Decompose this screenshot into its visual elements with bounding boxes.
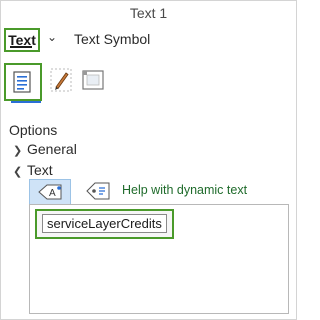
icon-tab-selected-underline — [11, 101, 41, 103]
insert-text-button[interactable]: A — [29, 179, 71, 205]
tree-item-general[interactable]: ❯ General — [13, 141, 77, 157]
svg-text:A: A — [49, 188, 56, 199]
tab-text[interactable]: Text — [4, 28, 40, 52]
text-properties-pane: Text 1 Text ⌄ Text Symbol Options ❯ Gene… — [0, 0, 297, 320]
frame-icon[interactable] — [78, 65, 108, 95]
chevron-down-icon[interactable]: ❮ — [13, 165, 27, 178]
tree-item-label: Text — [27, 162, 53, 178]
tab-text-symbol[interactable]: Text Symbol — [74, 31, 150, 47]
tree-item-text[interactable]: ❮ Text — [13, 162, 53, 178]
dynamic-text-button[interactable] — [79, 179, 119, 203]
text-toolbar: A Help with dynamic text — [29, 179, 289, 205]
text-properties-icon[interactable] — [4, 63, 42, 101]
help-dynamic-text-link[interactable]: Help with dynamic text — [122, 183, 247, 197]
chevron-right-icon[interactable]: ❯ — [13, 144, 27, 157]
tab-row: Text ⌄ Text Symbol — [1, 28, 296, 52]
pane-title: Text 1 — [129, 5, 168, 21]
dynamic-text-tag-icon — [86, 182, 110, 200]
tree-item-label: General — [27, 141, 77, 157]
options-heading: Options — [9, 122, 58, 138]
dynamic-text-token[interactable]: serviceLayerCredits — [35, 209, 174, 239]
text-expression-box[interactable]: serviceLayerCredits — [29, 204, 289, 314]
chevron-down-icon[interactable]: ⌄ — [47, 30, 57, 44]
tab-selected-underline — [10, 46, 32, 48]
pencil-icon[interactable] — [46, 65, 76, 95]
token-label: serviceLayerCredits — [42, 214, 167, 233]
icon-tab-row — [4, 63, 204, 103]
text-insert-icon: A — [38, 184, 62, 200]
